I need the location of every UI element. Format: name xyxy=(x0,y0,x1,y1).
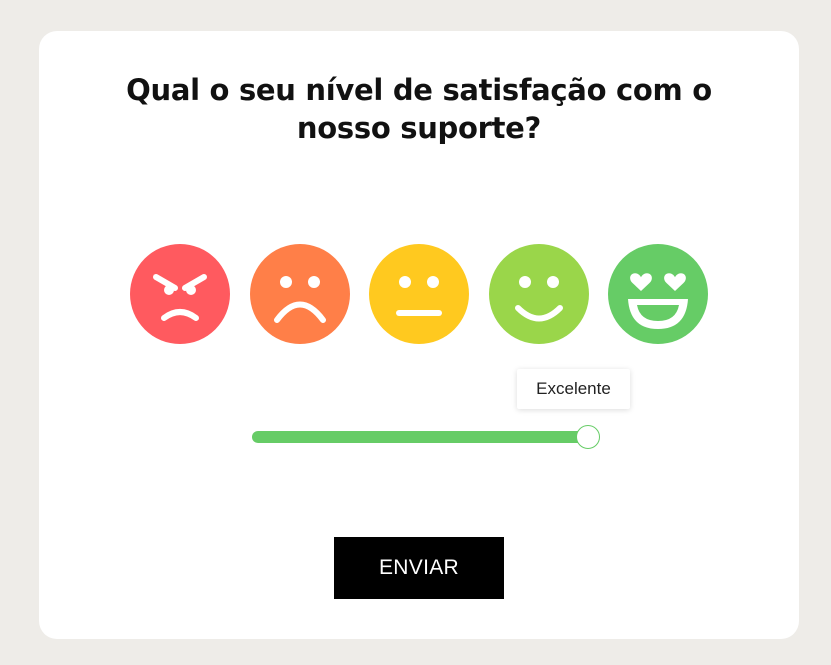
angry-face-icon-graphic xyxy=(130,244,230,344)
smile-face-icon-graphic xyxy=(489,244,589,344)
submit-button[interactable]: ENVIAR xyxy=(334,537,504,599)
satisfaction-slider[interactable] xyxy=(252,425,600,449)
rating-tooltip: Excelente xyxy=(517,369,630,409)
slider-thumb[interactable] xyxy=(576,425,600,449)
survey-question: Qual o seu nível de satisfação com o nos… xyxy=(126,73,712,145)
smile-face-icon[interactable] xyxy=(489,244,589,344)
slider-fill xyxy=(252,431,588,443)
sad-face-icon[interactable] xyxy=(250,244,350,344)
survey-card: Qual o seu nível de satisfação com o nos… xyxy=(39,31,799,639)
sad-face-icon-graphic xyxy=(250,244,350,344)
heart-eyes-face-icon-graphic xyxy=(608,244,708,344)
neutral-face-icon[interactable] xyxy=(369,244,469,344)
slider-track[interactable] xyxy=(252,431,588,443)
neutral-face-icon-graphic xyxy=(369,244,469,344)
angry-face-icon[interactable] xyxy=(130,244,230,344)
heart-eyes-face-icon[interactable] xyxy=(608,244,708,344)
